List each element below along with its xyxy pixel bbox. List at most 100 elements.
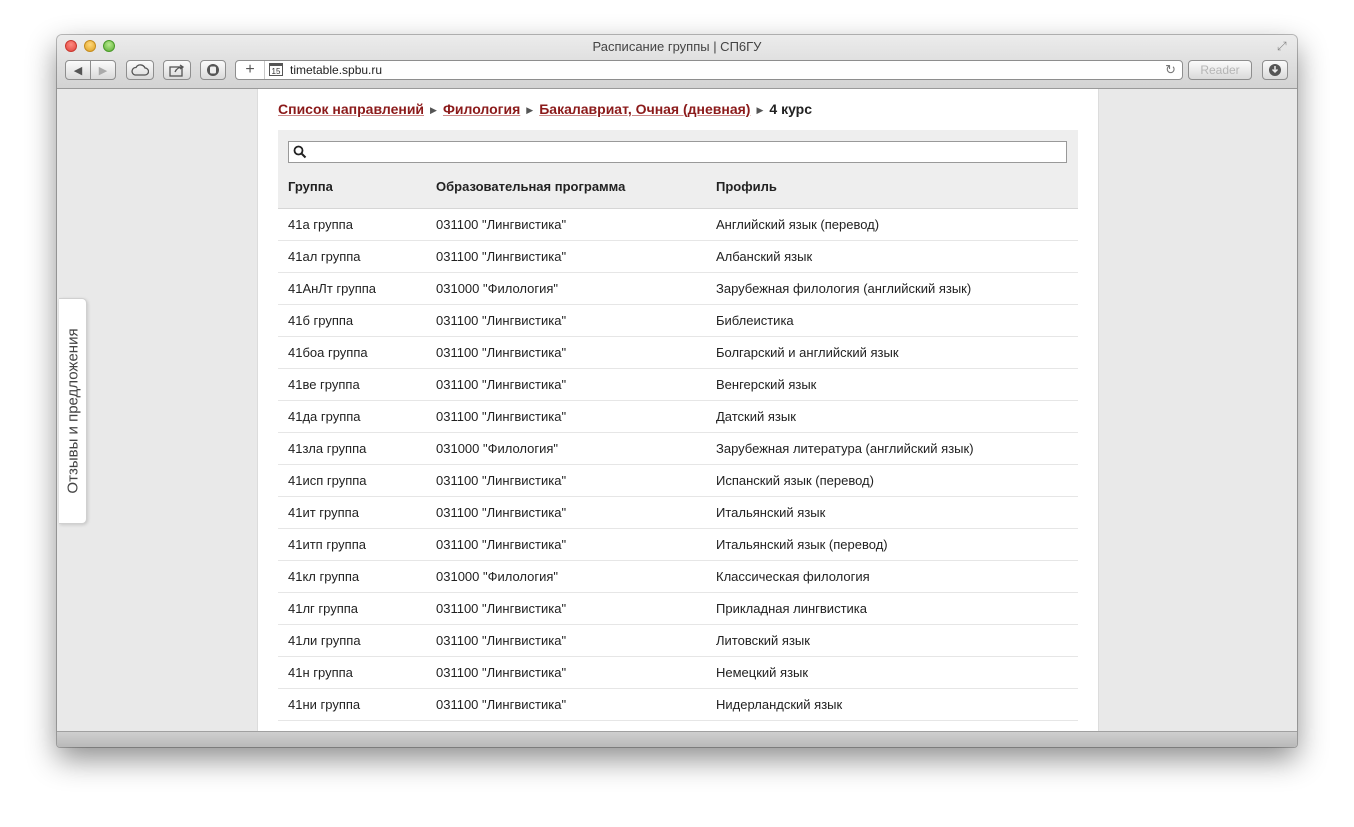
table-body: 41а группа 031100 "Лингвистика" Английский…: [278, 209, 1078, 732]
downloads-button[interactable]: [1262, 60, 1288, 80]
group-name-cell[interactable]: 41б группа: [288, 313, 353, 328]
profile-cell: Датский язык: [716, 409, 796, 424]
table-row[interactable]: 41исп группа 031100 "Лингвистика" Испански…: [278, 465, 1078, 497]
fullscreen-icon[interactable]: ⤢: [1277, 39, 1291, 53]
icloud-tabs-button[interactable]: [126, 60, 154, 80]
table-row[interactable]: 41зла группа 031000 "Филология" Зарубежная…: [278, 433, 1078, 465]
profile-cell: Зарубежная филология (английский язык): [716, 281, 972, 296]
program-cell: 031100 "Лингвистика": [436, 409, 567, 424]
group-name-cell[interactable]: 41н группа: [288, 665, 353, 680]
group-name-cell[interactable]: 41а группа: [288, 217, 353, 232]
window-bottom-bar: [57, 731, 1297, 747]
table-row[interactable]: 41ли группа 031100 "Лингвистика" Литовский…: [278, 625, 1078, 657]
profile-cell: Прикладная лингвистика: [716, 601, 867, 616]
group-name-cell[interactable]: 41АнЛт группа: [288, 281, 376, 296]
window-title: Расписание группы | СП6ГУ: [592, 39, 762, 54]
breadcrumb-link-directions[interactable]: Список направлений: [278, 101, 424, 117]
table-row[interactable]: 41кл группа 031000 "Филология" Классическа…: [278, 561, 1078, 593]
groups-table: Группа Образовательная программа Профиль…: [278, 130, 1078, 732]
table-row[interactable]: 41а группа 031100 "Лингвистика" Английский…: [278, 209, 1078, 241]
program-cell: 031100 "Лингвистика": [436, 665, 567, 680]
share-icon: [169, 63, 185, 77]
table-row[interactable]: 41ни группа 031100 "Лингвистика" Нидерланд…: [278, 689, 1078, 721]
search-area: [278, 130, 1078, 166]
forward-button[interactable]: ▶: [90, 60, 116, 80]
breadcrumb-arrow-icon: ▶: [430, 105, 437, 115]
profile-cell: Английский язык (перевод): [716, 217, 880, 232]
breadcrumb-arrow-icon: ▶: [756, 105, 764, 115]
profile-cell: Немецкий язык: [716, 665, 809, 680]
column-header-group: Группа: [288, 179, 333, 194]
breadcrumb-link-bachelor[interactable]: Бакалавриат, Очная (дневная): [539, 101, 750, 117]
hand-icon: [207, 64, 219, 76]
program-cell: 031100 "Лингвистика": [436, 313, 567, 328]
table-header: Группа Образовательная программа Профиль: [278, 166, 1078, 209]
url-text[interactable]: timetable.spbu.ru: [290, 63, 382, 77]
back-button[interactable]: ◀: [65, 60, 91, 80]
breadcrumb-current: 4 курс: [769, 101, 813, 117]
group-name-cell[interactable]: 41боа группа: [288, 345, 368, 360]
download-icon: [1269, 64, 1281, 76]
table-row[interactable]: 41б группа 031100 "Лингвистика" Библеистик…: [278, 305, 1078, 337]
group-name-cell[interactable]: 41ли группа: [288, 633, 361, 648]
profile-cell: Классическая филология: [716, 569, 870, 584]
table-row[interactable]: 41н группа 031100 "Лингвистика" Немецкий я…: [278, 657, 1078, 689]
program-cell: 031100 "Лингвистика": [436, 217, 567, 232]
group-name-cell[interactable]: 41да группа: [288, 409, 361, 424]
table-row[interactable]: 41ит группа 031100 "Лингвистика" Итальянск…: [278, 497, 1078, 529]
program-cell: 031000 "Филология": [436, 441, 559, 456]
profile-cell: Венгерский язык: [716, 377, 817, 392]
program-cell: 031000 "Филология": [436, 569, 559, 584]
group-name-cell[interactable]: 41ве группа: [288, 377, 360, 392]
reload-icon[interactable]: ↻: [1165, 62, 1176, 78]
address-bar[interactable]: + 15 timetable.spbu.ru ↻: [235, 60, 1183, 80]
extension-button[interactable]: [200, 60, 226, 80]
program-cell: 031100 "Лингвистика": [436, 505, 567, 520]
program-cell: 031100 "Лингвистика": [436, 633, 567, 648]
table-row[interactable]: 41АнЛт группа 031000 "Филология" Зарубежна…: [278, 273, 1078, 305]
group-name-cell[interactable]: 41исп группа: [288, 473, 367, 488]
profile-cell: Албанский язык: [716, 249, 813, 264]
cloud-icon: [131, 64, 149, 76]
program-cell: 031100 "Лингвистика": [436, 473, 567, 488]
program-cell: 031100 "Лингвистика": [436, 697, 567, 712]
program-cell: 031000 "Филология": [436, 281, 559, 296]
program-cell: 031100 "Лингвистика": [436, 249, 567, 264]
breadcrumb-link-philology[interactable]: Филология: [443, 101, 520, 117]
group-name-cell[interactable]: 41ит группа: [288, 505, 359, 520]
breadcrumb-arrow-icon: ▶: [526, 105, 534, 115]
group-name-cell[interactable]: 41лг группа: [288, 601, 358, 616]
profile-cell: Нидерландский язык: [716, 697, 843, 712]
group-name-cell[interactable]: 41итп группа: [288, 537, 366, 552]
table-row[interactable]: 41лг группа 031100 "Лингвистика" Прикладна…: [278, 593, 1078, 625]
toolbar: Расписание группы | СП6ГУ ⤢ ◀ ▶ + 15 tim…: [57, 35, 1297, 89]
table-row[interactable]: 41да группа 031100 "Лингвистика" Датский я…: [278, 401, 1078, 433]
feedback-tab[interactable]: Отзывы и предложения: [59, 298, 87, 524]
profile-cell: Библеистика: [716, 313, 794, 328]
feedback-label: Отзывы и предложения: [64, 328, 81, 494]
table-row[interactable]: 41итп группа 031100 "Лингвистика" Итальянс…: [278, 529, 1078, 561]
column-header-profile: Профиль: [716, 179, 777, 194]
table-row[interactable]: 41ал группа 031100 "Лингвистика" Албанский…: [278, 241, 1078, 273]
breadcrumb: Список направлений ▶ Филология ▶ Бакалавриат…: [278, 101, 812, 117]
group-name-cell[interactable]: 41ни группа: [288, 697, 360, 712]
back-arrow-icon: ◀: [73, 64, 83, 77]
profile-cell: Итальянский язык: [716, 505, 826, 520]
share-button[interactable]: [163, 60, 191, 80]
page-viewport: Отзывы и предложения Список направлений ▶…: [57, 89, 1297, 732]
table-row[interactable]: 41ве группа 031100 "Лингвистика" Венгерски…: [278, 369, 1078, 401]
group-name-cell[interactable]: 41кл группа: [288, 569, 359, 584]
profile-cell: Литовский язык: [716, 633, 810, 648]
new-tab-plus-icon[interactable]: +: [236, 61, 265, 79]
reader-button[interactable]: Reader: [1188, 60, 1252, 80]
forward-arrow-icon: ▶: [98, 64, 108, 77]
program-cell: 031100 "Лингвистика": [436, 601, 567, 616]
column-header-program: Образовательная программа: [436, 179, 626, 194]
search-input[interactable]: [288, 141, 1067, 163]
browser-window: Расписание группы | СП6ГУ ⤢ ◀ ▶ + 15 tim…: [57, 35, 1297, 747]
group-name-cell[interactable]: 41ал группа: [288, 249, 361, 264]
program-cell: 031100 "Лингвистика": [436, 537, 567, 552]
table-row[interactable]: 41боа группа 031100 "Лингвистика" Болгарск…: [278, 337, 1078, 369]
page-content: Список направлений ▶ Филология ▶ Бакалавриат…: [257, 89, 1099, 732]
group-name-cell[interactable]: 41зла группа: [288, 441, 366, 456]
